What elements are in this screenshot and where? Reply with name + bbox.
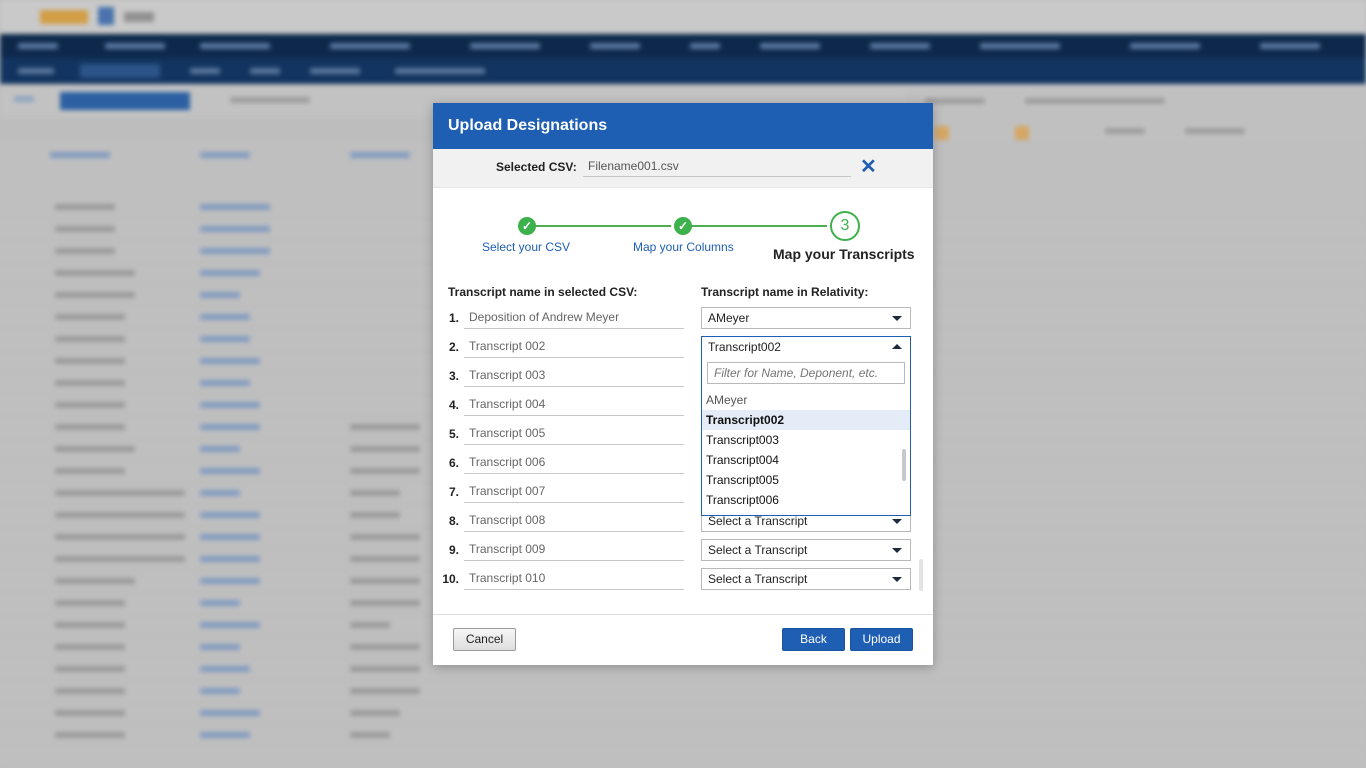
close-icon[interactable]: ✕ (860, 157, 877, 177)
row-number: 5. (448, 427, 459, 441)
csv-transcript-name: Transcript 009 (464, 539, 684, 561)
row-number: 1. (448, 311, 459, 325)
csv-transcript-name: Deposition of Andrew Meyer (464, 307, 684, 329)
dropdown-option-selected[interactable]: Transcript002 (702, 410, 910, 430)
transcript-select-value: Transcript002 (708, 340, 781, 354)
dropdown-scrollbar[interactable] (902, 449, 906, 481)
dropdown-option[interactable]: Transcript004 (702, 450, 910, 470)
transcript-select[interactable]: Select a Transcript (701, 568, 911, 590)
chevron-down-icon (892, 316, 902, 321)
row-number: 3. (448, 369, 459, 383)
csv-transcript-name: Transcript 008 (464, 510, 684, 532)
selected-csv-field: Filename001.csv (583, 158, 851, 177)
relativity-column-header: Transcript name in Relativity: (701, 285, 869, 299)
chevron-up-icon (892, 344, 902, 349)
chevron-down-icon (892, 577, 902, 582)
selected-csv-label: Selected CSV: (496, 160, 577, 174)
selected-csv-bar: Selected CSV: Filename001.csv ✕ (433, 149, 933, 188)
csv-column-header: Transcript name in selected CSV: (448, 285, 638, 299)
dropdown-filter-input[interactable] (707, 362, 905, 384)
csv-transcript-name: Transcript 004 (464, 394, 684, 416)
row-number: 2. (448, 340, 459, 354)
csv-transcript-name: Transcript 002 (464, 336, 684, 358)
back-button[interactable]: Back (782, 628, 845, 651)
cancel-button[interactable]: Cancel (453, 628, 516, 651)
transcript-select-value: Select a Transcript (708, 543, 808, 557)
chevron-down-icon (892, 548, 902, 553)
step-3-label: Map your Transcripts (773, 246, 915, 262)
upload-designations-dialog: Upload Designations Selected CSV: Filena… (433, 103, 933, 665)
dropdown-option[interactable]: AMeyer (702, 390, 910, 410)
row-number: 6. (448, 456, 459, 470)
transcript-select[interactable]: Select a Transcript (701, 539, 911, 561)
csv-transcript-name: Transcript 006 (464, 452, 684, 474)
step-connector (691, 225, 827, 227)
csv-transcript-name: Transcript 010 (464, 568, 684, 590)
footer-divider (433, 614, 933, 615)
row-number: 7. (448, 485, 459, 499)
dropdown-option[interactable]: Transcript005 (702, 470, 910, 490)
mapping-list-scrollbar[interactable] (919, 559, 923, 591)
csv-transcript-name: Transcript 007 (464, 481, 684, 503)
step-2-check-icon: ✓ (674, 217, 692, 235)
dropdown-option[interactable]: Transcript006 (702, 490, 910, 510)
step-1-check-icon: ✓ (518, 217, 536, 235)
csv-transcript-name: Transcript 005 (464, 423, 684, 445)
chevron-down-icon (892, 519, 902, 524)
row-number: 8. (448, 514, 459, 528)
transcript-select-value: Select a Transcript (708, 572, 808, 586)
step-2-label[interactable]: Map your Columns (633, 240, 734, 254)
step-3-number: 3 (830, 211, 860, 241)
row-number: 9. (448, 543, 459, 557)
row-number: 10. (442, 572, 459, 586)
transcript-select-open[interactable]: Transcript002 (701, 336, 911, 358)
row-number: 4. (448, 398, 459, 412)
transcript-select-value: AMeyer (708, 311, 750, 325)
upload-button[interactable]: Upload (850, 628, 913, 651)
transcript-select[interactable]: AMeyer (701, 307, 911, 329)
transcript-dropdown-menu: AMeyer Transcript002 Transcript003 Trans… (701, 357, 911, 516)
dropdown-option[interactable]: Transcript003 (702, 430, 910, 450)
dialog-title: Upload Designations (433, 103, 933, 149)
step-1-label[interactable]: Select your CSV (482, 240, 570, 254)
step-connector (535, 225, 671, 227)
csv-transcript-name: Transcript 003 (464, 365, 684, 387)
transcript-select-value: Select a Transcript (708, 514, 808, 528)
